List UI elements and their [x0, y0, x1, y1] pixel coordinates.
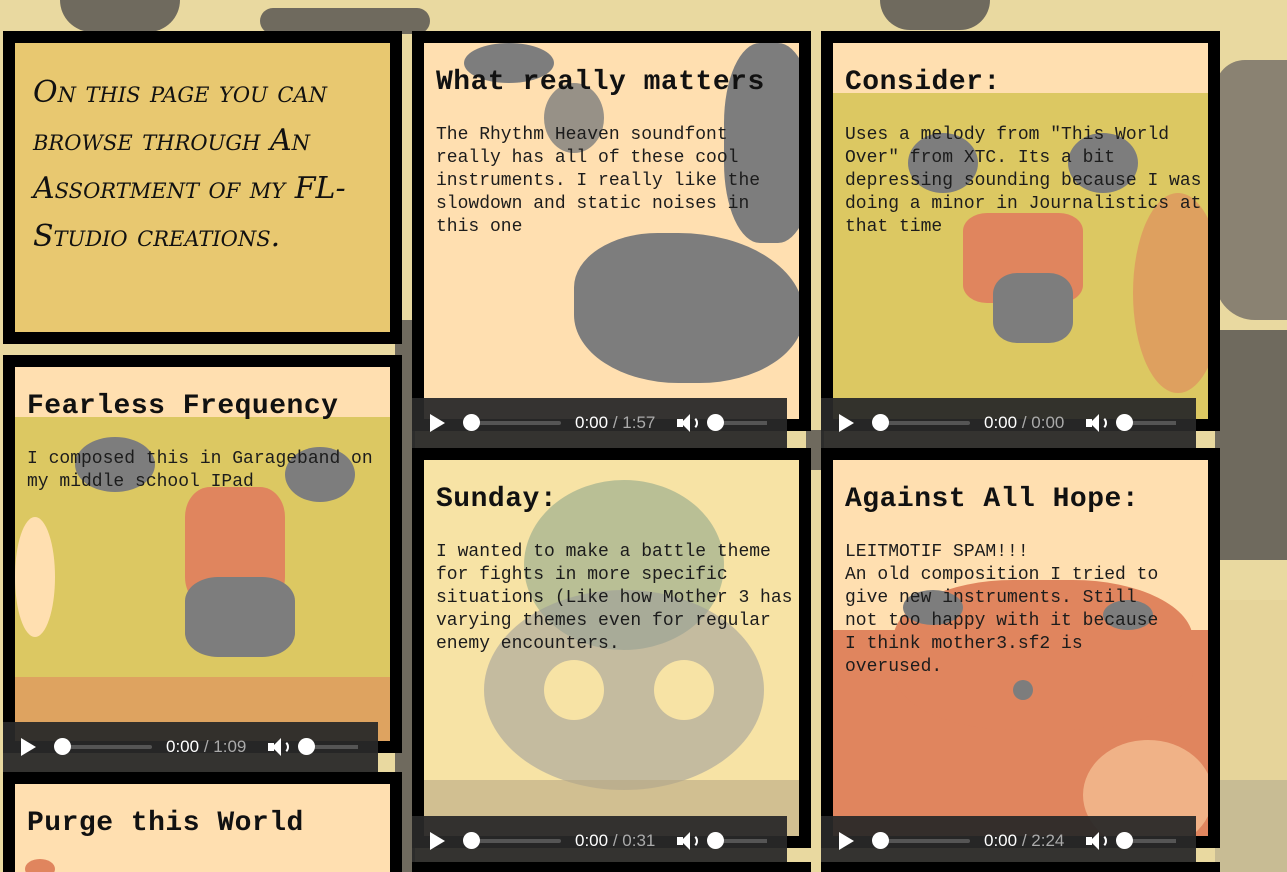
volume-slider[interactable] — [1116, 414, 1177, 431]
duration: 0:00 — [1031, 413, 1065, 432]
track-title: What really matters — [436, 67, 765, 98]
intro-card: On this page you can browse through An A… — [3, 31, 402, 344]
time-separator: / — [1021, 413, 1027, 432]
background-shape — [60, 0, 180, 32]
volume-knob[interactable] — [707, 414, 725, 431]
track-title: Fearless Frequency — [27, 391, 339, 422]
card-edge — [821, 862, 1220, 872]
volume-knob[interactable] — [707, 832, 725, 849]
time-separator: / — [612, 413, 618, 432]
volume-slider[interactable] — [707, 832, 768, 849]
time-display: 0:00 / 2:24 — [984, 831, 1064, 851]
play-icon[interactable] — [430, 832, 445, 850]
volume-slider[interactable] — [707, 414, 768, 431]
volume-knob[interactable] — [1116, 832, 1134, 849]
seek-knob[interactable] — [872, 832, 889, 849]
audio-player: 0:00 / 0:31 — [412, 816, 787, 866]
background-shape — [880, 0, 990, 30]
duration: 2:24 — [1031, 831, 1065, 850]
time-separator: / — [203, 737, 209, 756]
track-description: I wanted to make a battle theme for figh… — [436, 542, 804, 654]
seek-slider[interactable] — [463, 414, 561, 431]
track-title: Sunday: — [436, 484, 558, 515]
seek-knob[interactable] — [463, 414, 480, 431]
audio-player: 0:00 / 2:24 — [821, 816, 1196, 866]
track-card-against-all-hope: Against All Hope: LEITMOTIF SPAM!!! An o… — [821, 448, 1220, 848]
volume-icon[interactable] — [677, 831, 699, 851]
play-icon[interactable] — [21, 738, 36, 756]
current-time: 0:00 — [984, 831, 1018, 850]
track-description: I composed this in Garageband on my midd… — [27, 449, 384, 492]
seek-knob[interactable] — [872, 414, 889, 431]
time-display: 0:00 / 1:09 — [166, 737, 246, 757]
seek-knob[interactable] — [54, 738, 71, 755]
background-shape — [1215, 780, 1287, 872]
track-title: Purge this World — [27, 808, 304, 839]
play-icon[interactable] — [430, 414, 445, 432]
seek-knob[interactable] — [463, 832, 480, 849]
seek-slider[interactable] — [463, 832, 561, 849]
volume-knob[interactable] — [1116, 414, 1134, 431]
track-description: The Rhythm Heaven soundfont really has a… — [436, 125, 771, 237]
background-shape — [1215, 60, 1287, 320]
duration: 1:09 — [213, 737, 247, 756]
volume-icon[interactable] — [1086, 831, 1108, 851]
track-description: LEITMOTIF SPAM!!! An old composition I t… — [845, 542, 1159, 677]
volume-slider[interactable] — [298, 738, 359, 755]
time-display: 0:00 / 0:00 — [984, 413, 1064, 433]
audio-player: 0:00 / 1:09 — [3, 722, 378, 772]
volume-icon[interactable] — [677, 413, 699, 433]
time-display: 0:00 / 0:31 — [575, 831, 655, 851]
audio-player: 0:00 / 0:00 — [821, 398, 1196, 448]
track-description: Uses a melody from "This World Over" fro… — [845, 125, 1213, 237]
current-time: 0:00 — [575, 413, 609, 432]
seek-slider[interactable] — [872, 832, 970, 849]
seek-slider[interactable] — [54, 738, 152, 755]
play-icon[interactable] — [839, 832, 854, 850]
volume-slider[interactable] — [1116, 832, 1177, 849]
time-display: 0:00 / 1:57 — [575, 413, 655, 433]
track-card-sunday: Sunday: I wanted to make a battle theme … — [412, 448, 811, 848]
duration: 1:57 — [622, 413, 656, 432]
track-card-what-really-matters: What really matters The Rhythm Heaven so… — [412, 31, 811, 431]
current-time: 0:00 — [166, 737, 200, 756]
background-shape — [1215, 330, 1287, 560]
track-title: Against All Hope: — [845, 484, 1140, 515]
intro-text: On this page you can browse through An A… — [33, 75, 346, 254]
audio-player: 0:00 / 1:57 — [412, 398, 787, 448]
track-card-purge-this-world: Purge this World — [3, 772, 402, 872]
background-shape — [1215, 600, 1287, 780]
track-card-fearless-frequency: Fearless Frequency I composed this in Ga… — [3, 355, 402, 753]
track-card-consider: Consider: Uses a melody from "This World… — [821, 31, 1220, 431]
duration: 0:31 — [622, 831, 656, 850]
play-icon[interactable] — [839, 414, 854, 432]
volume-knob[interactable] — [298, 738, 316, 755]
time-separator: / — [1021, 831, 1027, 850]
card-edge — [412, 862, 811, 872]
time-separator: / — [612, 831, 618, 850]
volume-icon[interactable] — [268, 737, 290, 757]
current-time: 0:00 — [984, 413, 1018, 432]
volume-icon[interactable] — [1086, 413, 1108, 433]
current-time: 0:00 — [575, 831, 609, 850]
track-title: Consider: — [845, 67, 1001, 98]
seek-slider[interactable] — [872, 414, 970, 431]
